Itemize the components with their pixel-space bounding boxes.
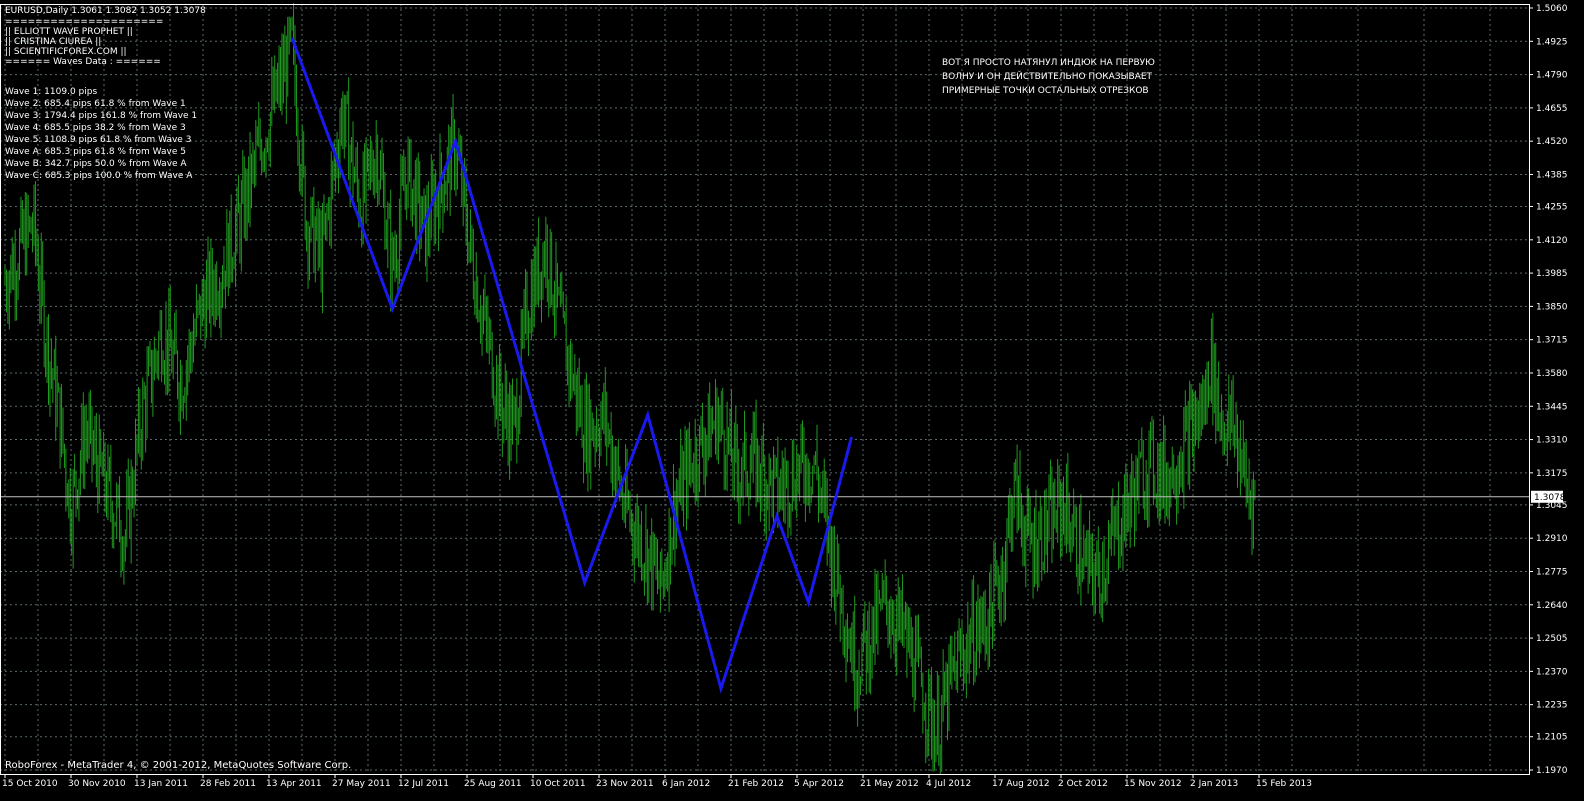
chart-window[interactable]: 1.5060 1.4925 1.4790 1.4655 1.4520 1.4385 1.42… (0, 0, 1584, 797)
y-tick-label: 1.4655 (1536, 104, 1568, 114)
comment-line: ВОЛНУ И ОН ДЕЙСТВИТЕЛЬНО ПОКАЗЫВАЕТ (942, 70, 1153, 82)
x-tick-label: 15 Nov 2012 (1124, 779, 1182, 789)
y-tick-label: 1.2235 (1536, 701, 1568, 711)
x-tick-label: 17 Aug 2012 (992, 779, 1050, 789)
y-tick-label: 1.3310 (1536, 436, 1568, 446)
y-tick-label: 1.2640 (1536, 601, 1568, 611)
x-tick-label: 15 Feb 2013 (1256, 779, 1312, 789)
x-tick-label: 25 Aug 2011 (464, 779, 522, 789)
y-tick-label: 1.4925 (1536, 37, 1568, 47)
wave-stat-line: Wave 1: 1109.0 pips (5, 87, 97, 97)
price-chart[interactable]: 1.5060 1.4925 1.4790 1.4655 1.4520 1.4385 1.42… (0, 0, 1584, 797)
wave-stat-line: Wave 4: 685.5 pips 38.2 % from Wave 3 (5, 123, 186, 133)
footer-text: RoboForex - MetaTrader 4, © 2001-2012, M… (5, 760, 351, 771)
x-tick-label: 6 Jan 2012 (662, 779, 710, 789)
indicator-box-line: || CRISTINA CIUREA || (5, 37, 101, 47)
y-tick-label: 1.4790 (1536, 71, 1568, 81)
wave-stat-line: Wave C: 685.3 pips 100.0 % from Wave A (5, 171, 193, 181)
x-tick-label: 28 Feb 2011 (200, 779, 256, 789)
y-tick-label: 1.4385 (1536, 170, 1568, 180)
y-tick-label: 1.1970 (1536, 766, 1568, 776)
x-tick-label: 4 Jul 2012 (926, 779, 971, 789)
x-tick-label: 23 Nov 2011 (596, 779, 654, 789)
y-tick-label: 1.3175 (1536, 469, 1568, 479)
wave-stat-line: Wave 2: 685.4 pips 61.8 % from Wave 1 (5, 99, 186, 109)
x-tick-label: 13 Jan 2011 (134, 779, 188, 789)
chart-background (0, 0, 1584, 797)
y-tick-label: 1.4120 (1536, 236, 1568, 246)
indicator-box-line: ===================== (5, 17, 163, 27)
y-tick-label: 1.2910 (1536, 534, 1568, 544)
current-price-label: 1.3078 (1534, 493, 1566, 503)
wave-stat-line: Wave B: 342.7 pips 50.0 % from Wave A (5, 159, 187, 169)
wave-stat-line: Wave A: 685.3 pips 61.8 % from Wave 5 (5, 147, 186, 157)
indicator-box-line: ====== Waves Data : ====== (5, 57, 161, 67)
y-tick-label: 1.2105 (1536, 733, 1568, 743)
y-tick-label: 1.3445 (1536, 402, 1568, 412)
y-tick-label: 1.3985 (1536, 269, 1568, 279)
indicator-box-line: || SCIENTIFICFOREX.COM || (5, 47, 127, 57)
x-tick-label: 5 Apr 2012 (794, 779, 844, 789)
x-tick-label: 2 Oct 2012 (1058, 779, 1108, 789)
x-tick-label: 21 Feb 2012 (728, 779, 784, 789)
user-comment: ВОТ Я ПРОСТО НАТЯНУЛ ИНДЮК НА ПЕРВУЮ ВОЛН… (942, 58, 1155, 96)
y-tick-label: 1.5060 (1536, 4, 1568, 14)
y-tick-label: 1.2775 (1536, 567, 1568, 577)
y-tick-label: 1.4255 (1536, 203, 1568, 213)
x-tick-label: 21 May 2012 (860, 779, 919, 789)
y-tick-label: 1.2370 (1536, 667, 1568, 677)
y-tick-label: 1.3850 (1536, 302, 1568, 312)
y-tick-label: 1.4520 (1536, 137, 1568, 147)
y-tick-label: 1.2505 (1536, 634, 1568, 644)
chart-header: EURUSD,Daily 1.3061 1.3082 1.3052 1.3078 (5, 6, 206, 16)
wave-stat-line: Wave 5: 1108.9 pips 61.8 % from Wave 3 (5, 135, 191, 145)
x-tick-label: 15 Oct 2010 (2, 779, 58, 789)
indicator-box-line: || ELLIOTT WAVE PROPHET || (5, 27, 133, 37)
wave-stat-line: Wave 3: 1794.4 pips 161.8 % from Wave 1 (5, 111, 197, 121)
x-tick-label: 10 Oct 2011 (530, 779, 586, 789)
x-tick-label: 30 Nov 2010 (68, 779, 126, 789)
x-tick-label: 12 Jul 2011 (398, 779, 449, 789)
y-tick-label: 1.3580 (1536, 369, 1568, 379)
current-price-tag: 1.3078 (1531, 491, 1566, 503)
x-tick-label: 13 Apr 2011 (266, 779, 322, 789)
x-tick-label: 27 May 2011 (332, 779, 391, 789)
y-tick-label: 1.3715 (1536, 336, 1568, 346)
comment-line: ВОТ Я ПРОСТО НАТЯНУЛ ИНДЮК НА ПЕРВУЮ (942, 58, 1155, 68)
comment-line: ПРИМЕРНЫЕ ТОЧКИ ОСТАЛЬНЫХ ОТРЕЗКОВ (942, 86, 1149, 96)
x-tick-label: 2 Jan 2013 (1190, 779, 1238, 789)
